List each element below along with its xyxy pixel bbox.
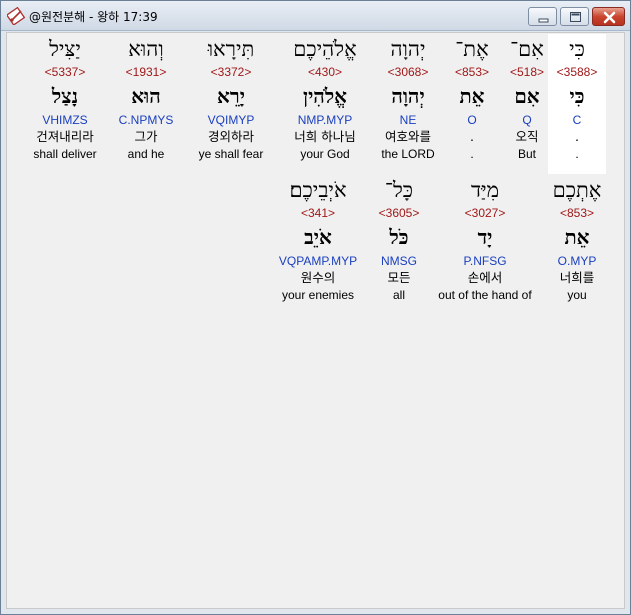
app-window: @원전분해 - 왕하 17:39 כִּי <3588> כִּי C.. אִם־ <5… [0,0,631,615]
hebrew-word: יְהוָה [390,37,426,61]
korean-gloss: 너희를 [559,270,595,285]
morphology-code: NE [399,113,417,127]
word-column[interactable]: אֶת־ <853> אֵת O.. [448,34,496,162]
english-gloss: and he [127,147,165,161]
word-column[interactable]: אֹיְבֵיכֶם׃ <341> אֹיֵב VQPAMP.MYP 원수의 your e… [270,175,366,303]
minimize-button[interactable] [528,7,557,26]
maximize-button[interactable] [560,7,589,26]
strong-number: <5337> [44,65,86,79]
morphology-code: VQPAMP.MYP [278,254,358,268]
lemma-word: כִּי [569,84,585,108]
word-column[interactable]: מִיַּד <3027> יָד P.NFSG 손에서 out of the hand … [430,175,540,303]
english-gloss: all [392,288,405,302]
strong-number: <518> [509,65,545,79]
lemma-word: אֱלֹהִין [302,84,348,108]
english-gloss: your God [300,147,350,161]
morphology-code: C [572,113,582,127]
close-icon [603,11,616,24]
korean-gloss: . [470,129,474,144]
morphology-code: P.NFSG [463,254,507,268]
morphology-code: O.MYP [557,254,597,268]
korean-gloss: 오직 [515,129,539,144]
english-gloss: you [567,288,587,302]
title-bar[interactable]: @원전분해 - 왕하 17:39 [1,1,630,31]
strong-number: <3027> [464,206,506,220]
lemma-word: כֹּל [389,225,409,249]
english-gloss: out of the hand of [438,288,532,302]
english-gloss: . [470,147,474,161]
korean-gloss: 건져내리라 [36,129,94,144]
strong-number: <3588> [556,65,598,79]
word-column[interactable]: כָּל־ <3605> כֹּל NMSG 모든 all [374,175,424,303]
hebrew-word: תִּירָאוּ [207,37,255,61]
strong-number: <1931> [125,65,167,79]
korean-gloss: . [575,129,579,144]
hebrew-word: כָּל־ [384,178,414,202]
word-column[interactable]: יְהוָה <3068> יְהוָה NE 여호와를 the LORD [373,34,443,162]
morphology-code: NMP.MYP [297,113,353,127]
korean-gloss: 경외하라 [207,129,254,144]
hebrew-word: אֹיְבֵיכֶם׃ [289,178,347,202]
lemma-word: אֵת [459,84,485,108]
morphology-code: VQIMYP [207,113,255,127]
hebrew-word: יַצִּיל [49,37,81,61]
lemma-word: הוּא [131,84,161,108]
morphology-code: C.NPMYS [118,113,174,127]
english-gloss: But [517,147,536,161]
strong-number: <3372> [210,65,252,79]
hebrew-word: כִּי [569,37,585,61]
morphology-code: O [467,113,477,127]
korean-gloss: 여호와를 [384,129,431,144]
english-gloss: shall deliver [33,147,97,161]
english-gloss: the LORD [381,147,435,161]
interlinear-panel: כִּי <3588> כִּי C.. אִם־ <518> אִם Q 오직 But אֶת־ <… [6,32,625,609]
minimize-icon [538,18,549,23]
lemma-word: נָצַל [51,84,79,108]
strong-number: <853> [559,206,595,220]
lemma-word: יָרֵא [217,84,245,108]
lemma-word: יָד [477,225,493,249]
strong-number: <3068> [387,65,429,79]
maximize-icon [570,12,581,22]
korean-gloss: 모든 [387,270,411,285]
strong-number: <430> [307,65,343,79]
lemma-word: אֹיֵב [304,225,332,249]
lemma-word: אֵת [564,225,590,249]
morphology-code: NMSG [381,254,417,268]
strong-number: <3605> [378,206,420,220]
hebrew-word: אֶתְכֶם [552,178,602,202]
hebrew-word: אִם־ [510,37,544,61]
hebrew-word: וְהוּא [128,37,164,61]
morphology-code: Q [522,113,532,127]
strong-number: <853> [454,65,490,79]
word-column[interactable]: אֱלֹהֵיכֶם <430> אֱלֹהִין NMP.MYP 너희 하나님 your… [280,34,370,162]
korean-gloss: 너희 하나님 [294,129,356,144]
english-gloss: ye shall fear [198,147,264,161]
hebrew-word: אֶת־ [455,37,489,61]
korean-gloss: 원수의 [300,270,336,285]
morphology-code: VHIMZS [42,113,88,127]
english-gloss: . [575,147,579,161]
word-column[interactable]: אִם־ <518> אִם Q 오직 But [503,34,551,162]
word-column[interactable]: יַצִּיל <5337> נָצַל VHIMZS 건져내리라 shall deliv… [23,34,107,162]
bible-analysis-app-icon [7,7,25,25]
word-column[interactable]: כִּי <3588> כִּי C.. [548,34,606,174]
word-column[interactable]: וְהוּא <1931> הוּא C.NPMYS 그가 and he [111,34,181,162]
lemma-word: אִם [514,84,540,108]
hebrew-word: אֱלֹהֵיכֶם [293,37,357,61]
window-title: @원전분해 - 왕하 17:39 [29,10,158,24]
strong-number: <341> [300,206,336,220]
hebrew-word: מִיַּד [470,178,500,202]
word-column[interactable]: תִּירָאוּ <3372> יָרֵא VQIMYP 경외하라 ye shall f… [191,34,271,162]
korean-gloss: 손에서 [467,270,503,285]
korean-gloss: 그가 [134,129,158,144]
word-column[interactable]: אֶתְכֶם <853> אֵת O.MYP 너희를 you [548,175,606,303]
close-button[interactable] [592,7,625,26]
lemma-word: יְהוָה [391,84,425,108]
english-gloss: your enemies [281,288,355,302]
